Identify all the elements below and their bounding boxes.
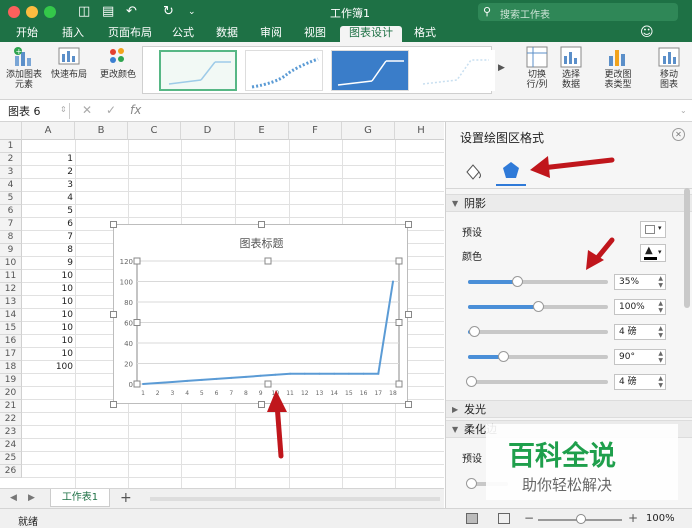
annotation-arrow-color — [586, 237, 615, 270]
watermark: 百科全说 助你轻松解决 — [486, 424, 678, 500]
watermark-subtitle: 助你轻松解决 — [522, 476, 613, 494]
annotation-arrow-chart — [267, 390, 287, 459]
annotation-arrow-tab — [530, 156, 615, 178]
watermark-title: 百科全说 — [508, 441, 616, 472]
